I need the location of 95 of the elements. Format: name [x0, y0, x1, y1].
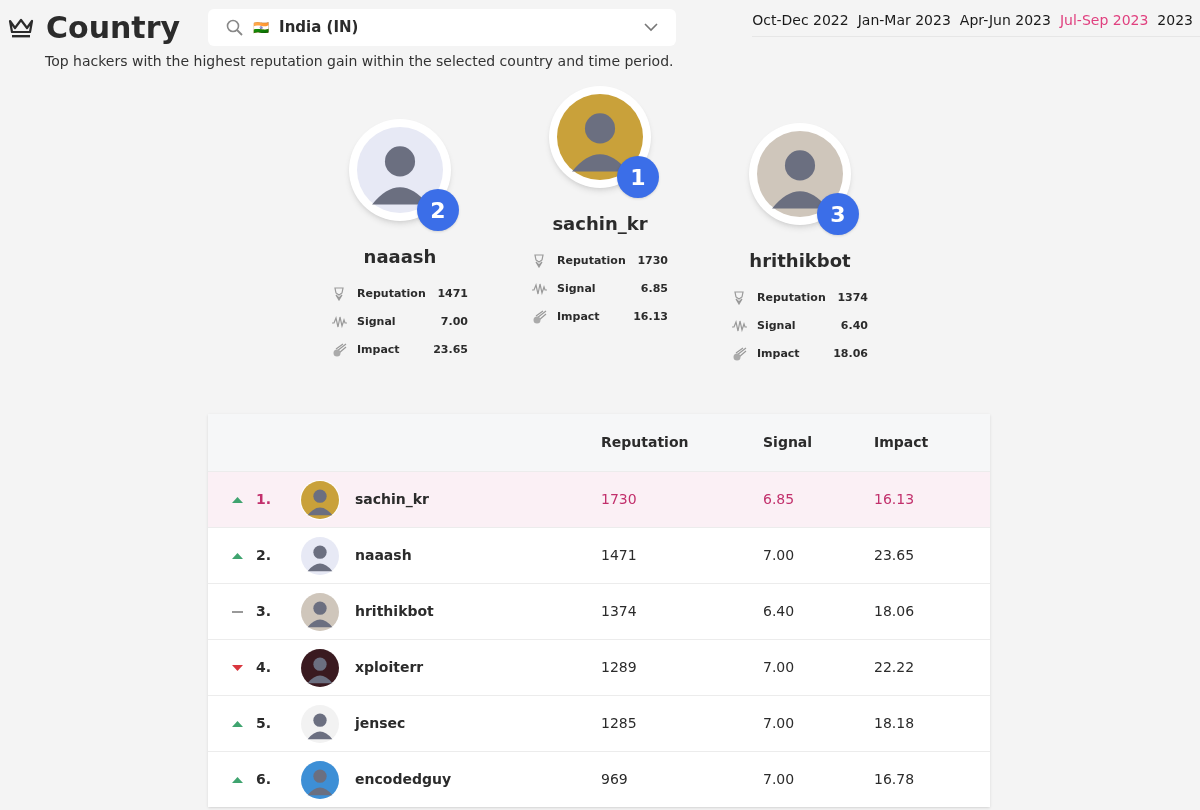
table-cell-text: 22.22 — [874, 658, 916, 677]
stat-value: 1374 — [837, 289, 868, 306]
hacker-name[interactable]: hrithikbot — [355, 601, 601, 622]
table-cell-text: 6.40 — [763, 602, 796, 621]
table-cell-text: 7.00 — [763, 546, 796, 565]
no-change-icon — [232, 610, 243, 613]
impact-icon — [532, 310, 547, 324]
period-tab[interactable]: Apr-Jun 2023 — [959, 10, 1051, 31]
rank-number: 1. — [256, 490, 273, 509]
hacker-name: hrithikbot — [749, 249, 851, 273]
trend-up-icon — [232, 552, 243, 559]
table-cell-text: 1289 — [601, 658, 638, 677]
hacker-name[interactable]: naaash — [355, 545, 601, 566]
avatar — [301, 592, 339, 631]
leaderboard-row[interactable]: 2. naaash 1471 7.00 23.65 — [208, 527, 990, 583]
rank-number: 4. — [256, 658, 273, 677]
rank-number: 2. — [256, 546, 273, 565]
reputation-icon — [532, 254, 547, 268]
table-cell-text: 1285 — [601, 714, 638, 733]
rank-badge: 3 — [817, 193, 859, 235]
period-tab[interactable]: Oct-Dec 2022 — [752, 10, 849, 31]
hacker-name[interactable]: encodedguy — [355, 769, 601, 790]
column-header[interactable]: Reputation — [601, 434, 689, 450]
avatar — [301, 760, 339, 799]
period-tab[interactable]: Jul-Sep 2023 — [1059, 10, 1149, 31]
column-header[interactable]: Signal — [763, 434, 813, 450]
stat-label: Reputation — [757, 289, 826, 306]
column-header[interactable]: Impact — [874, 434, 929, 450]
search-icon — [226, 19, 244, 36]
stat-value: 23.65 — [433, 341, 468, 358]
stat-label: Signal — [557, 280, 596, 297]
stat-label: Signal — [757, 317, 796, 334]
leaderboard-row[interactable]: 6. encodedguy 969 7.00 16.78 — [208, 751, 990, 807]
stat-label: Impact — [757, 345, 800, 362]
leaderboard-row[interactable]: 5. jensec 1285 7.00 18.18 — [208, 695, 990, 751]
trend-up-icon — [232, 496, 243, 503]
trend-up-icon — [232, 720, 243, 727]
avatar — [301, 480, 339, 519]
period-tab[interactable]: Jan-Mar 2023 — [857, 10, 951, 31]
trend-up-icon — [232, 776, 243, 783]
leaderboard-row[interactable]: 1. sachin_kr 1730 6.85 16.13 — [208, 471, 990, 527]
rank-number: 3. — [256, 602, 273, 621]
hacker-name: naaash — [363, 245, 437, 269]
impact-icon — [332, 343, 347, 357]
reputation-icon — [732, 291, 747, 305]
signal-icon — [532, 282, 547, 296]
table-cell-text: 7.00 — [763, 658, 796, 677]
table-cell-text: 969 — [601, 770, 629, 789]
table-cell-text: 16.13 — [874, 490, 916, 509]
table-cell-text: 6.85 — [763, 490, 796, 509]
stat-value: 18.06 — [833, 345, 868, 362]
stat-value: 1471 — [437, 285, 468, 302]
stat-label: Impact — [557, 308, 600, 325]
signal-icon — [332, 315, 347, 329]
signal-icon — [732, 319, 747, 333]
hacker-name: sachin_kr — [552, 212, 648, 236]
table-cell-text: 18.06 — [874, 602, 916, 621]
reputation-icon — [332, 287, 347, 301]
stat-value: 7.00 — [440, 313, 468, 330]
subtitle: Top hackers with the highest reputation gain within the selected country and time period. — [45, 52, 675, 71]
table-cell-text: 16.78 — [874, 770, 916, 789]
table-cell-text: 1374 — [601, 602, 638, 621]
stat-label: Impact — [357, 341, 400, 358]
stat-label: Signal — [357, 313, 396, 330]
stat-label: Reputation — [357, 285, 426, 302]
rank-badge: 1 — [617, 156, 659, 198]
table-cell-text: 18.18 — [874, 714, 916, 733]
stat-value: 6.85 — [640, 280, 668, 297]
hacker-name[interactable]: sachin_kr — [355, 489, 601, 510]
table-cell-text: 7.00 — [763, 770, 796, 789]
country-select[interactable]: 🇮🇳 India (IN) — [208, 9, 677, 46]
rank-number: 5. — [256, 714, 273, 733]
table-cell-text: 1471 — [601, 546, 638, 565]
stat-value: 1730 — [637, 252, 668, 269]
hacker-name[interactable]: jensec — [355, 713, 601, 734]
impact-icon — [732, 347, 747, 361]
stat-value: 6.40 — [840, 317, 868, 334]
avatar — [301, 536, 339, 575]
trend-down-icon — [232, 664, 243, 671]
avatar — [301, 648, 339, 687]
table-cell-text: 1730 — [601, 490, 638, 509]
period-tab[interactable]: 2023 — [1157, 10, 1193, 31]
rank-number: 6. — [256, 770, 273, 789]
stat-value: 16.13 — [633, 308, 668, 325]
table-cell-text: 7.00 — [763, 714, 796, 733]
table-cell-text: 23.65 — [874, 546, 916, 565]
hacker-name[interactable]: xploiterr — [355, 657, 601, 678]
chevron-down-icon — [644, 23, 659, 32]
avatar — [301, 704, 339, 743]
crown-icon — [8, 16, 34, 39]
leaderboard-row[interactable]: 3. hrithikbot 1374 6.40 18.06 — [208, 583, 990, 639]
leaderboard-row[interactable]: 4. xploiterr 1289 7.00 22.22 — [208, 639, 990, 695]
stat-label: Reputation — [557, 252, 626, 269]
rank-badge: 2 — [417, 189, 459, 231]
page-title: Country — [46, 12, 181, 43]
